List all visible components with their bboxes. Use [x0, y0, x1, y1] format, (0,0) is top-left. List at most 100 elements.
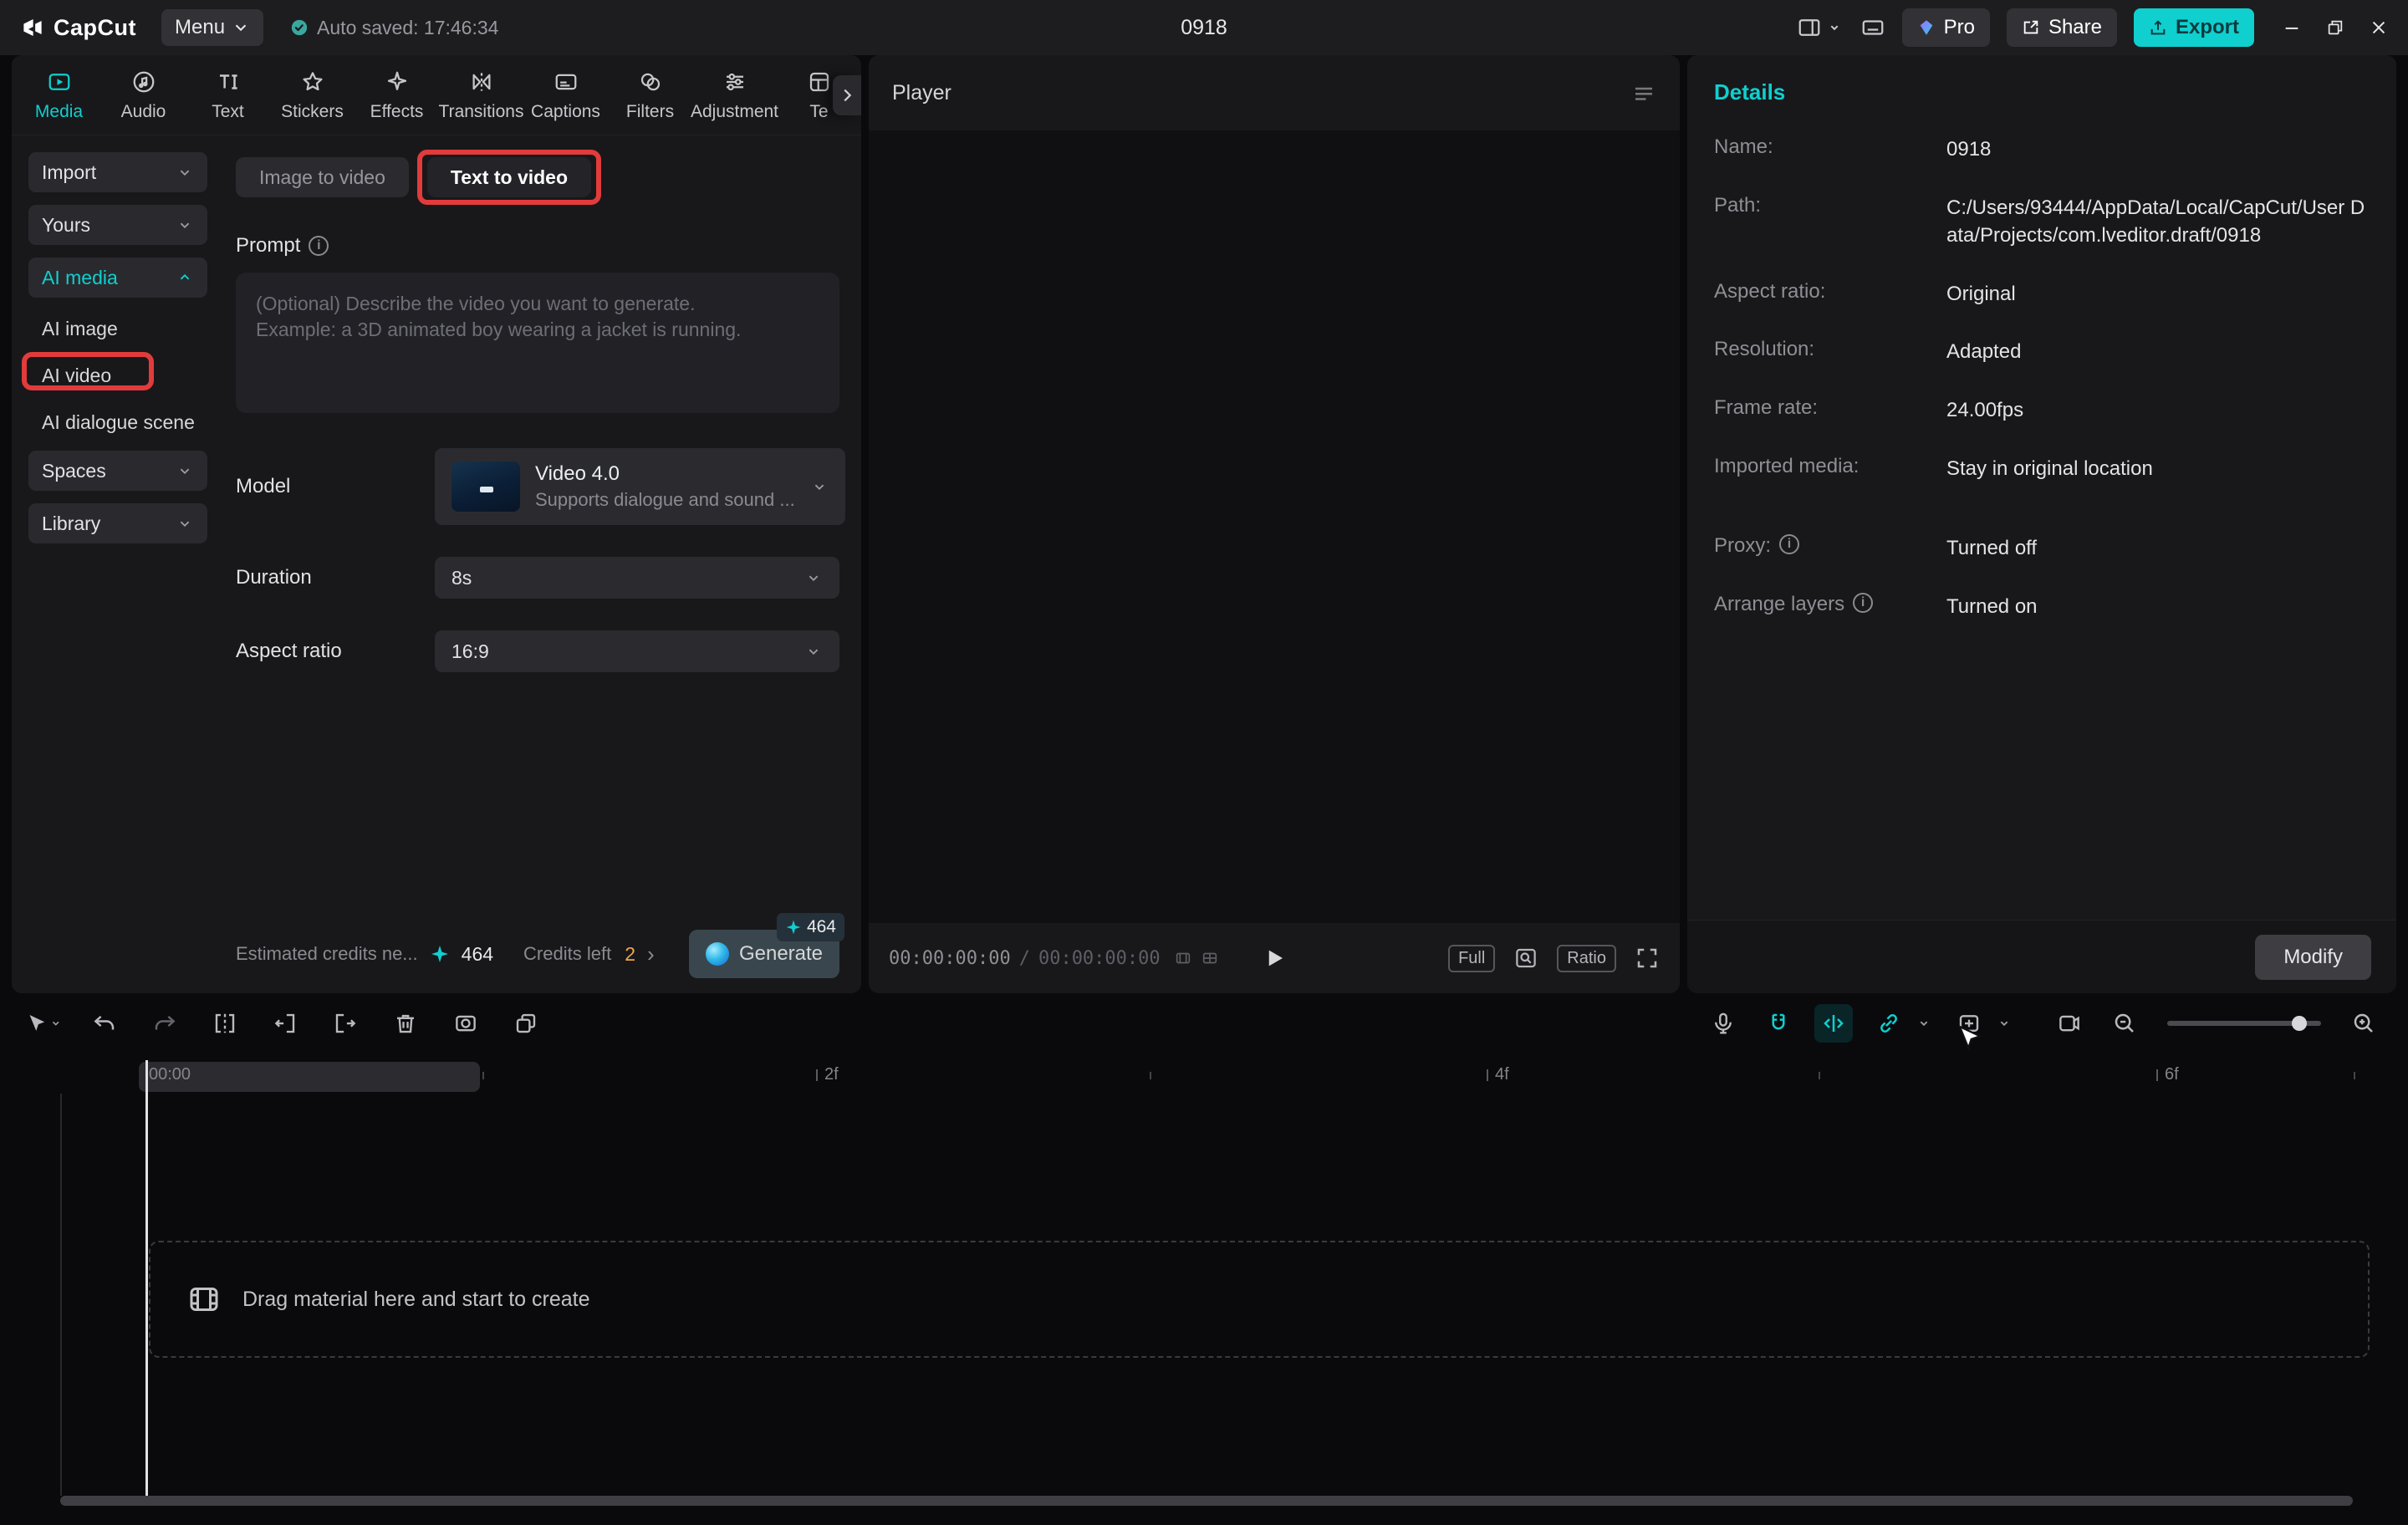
tab-label: Captions — [531, 102, 600, 122]
chevron-up-icon — [176, 268, 194, 287]
generate-cost-value: 464 — [807, 917, 836, 937]
timeline-horizontal-scrollbar[interactable] — [60, 1496, 2353, 1506]
sidebar-item-import[interactable]: Import — [28, 152, 207, 192]
split-button[interactable] — [206, 1004, 244, 1043]
magnetic-snap-icon[interactable] — [1759, 1004, 1798, 1043]
sidebar-item-ai-media[interactable]: AI media — [28, 258, 207, 298]
window-close-button[interactable] — [2370, 18, 2388, 37]
window-minimize-button[interactable] — [2283, 18, 2301, 37]
player-viewport[interactable] — [869, 130, 1680, 923]
player-menu-icon[interactable] — [1631, 80, 1656, 105]
chevron-right-icon[interactable]: › — [647, 943, 655, 965]
toggle-label: Text to video — [451, 166, 568, 189]
tab-text[interactable]: Text — [186, 68, 270, 122]
sidebar-item-ai-image[interactable]: AI image — [28, 310, 207, 347]
timeline-dropzone[interactable]: Drag material here and start to create — [149, 1241, 2370, 1358]
info-icon[interactable]: i — [1779, 534, 1799, 554]
detail-label: Aspect ratio: — [1714, 280, 1946, 309]
share-button[interactable]: Share — [2007, 8, 2117, 47]
ruler-mark-label: 00:00 — [149, 1065, 191, 1084]
image-to-video-toggle[interactable]: Image to video — [236, 157, 409, 197]
fullscreen-icon[interactable] — [1635, 946, 1660, 971]
sidebar-item-library[interactable]: Library — [28, 503, 207, 543]
menu-label: Menu — [175, 16, 225, 39]
layout-toggle-button[interactable] — [1797, 15, 1844, 40]
record-voiceover-icon[interactable] — [1704, 1004, 1742, 1043]
credits-left-value: 2 — [625, 943, 635, 966]
generate-button[interactable]: 464 Generate — [689, 930, 839, 978]
link-clips-icon[interactable] — [1870, 1004, 1908, 1043]
modify-button[interactable]: Modify — [2255, 935, 2371, 980]
model-dropdown[interactable]: Video 4.0 Supports dialogue and sound ..… — [435, 448, 845, 525]
detail-value: Original — [1946, 280, 2370, 309]
chevron-down-icon[interactable] — [1915, 1014, 1933, 1033]
mask-button[interactable] — [446, 1004, 485, 1043]
info-icon[interactable]: i — [1853, 593, 1873, 613]
delete-button[interactable] — [386, 1004, 425, 1043]
select-tool-button[interactable] — [25, 1004, 64, 1043]
timeline-ruler[interactable]: 00:00 2f 4f 6f — [0, 1060, 2408, 1094]
sidebar-item-ai-dialogue-scene[interactable]: AI dialogue scene — [28, 404, 207, 441]
zoom-slider-handle[interactable] — [2292, 1016, 2307, 1031]
play-button[interactable] — [1262, 946, 1287, 971]
project-title: 0918 — [1181, 16, 1227, 40]
window-restore-button[interactable] — [2326, 18, 2344, 37]
auto-snap-icon[interactable] — [1814, 1004, 1853, 1043]
chevron-down-icon[interactable] — [1995, 1014, 2013, 1033]
detail-row-frame-rate: Frame rate: 24.00fps — [1714, 396, 2370, 425]
tab-label: Effects — [370, 102, 424, 122]
ruler-mark-label: 2f — [824, 1065, 839, 1084]
detail-value: 24.00fps — [1946, 396, 2370, 425]
toggle-label: Image to video — [259, 166, 385, 189]
menu-button[interactable]: Menu — [161, 9, 263, 46]
sidebar-item-label: Spaces — [42, 460, 106, 482]
delete-left-button[interactable] — [266, 1004, 304, 1043]
tab-filters[interactable]: Filters — [608, 68, 692, 122]
frame-grid-icon[interactable] — [1201, 949, 1219, 967]
duration-value: 8s — [452, 567, 472, 589]
sidebar-item-ai-video[interactable]: AI video — [28, 357, 207, 394]
tab-label: Audio — [121, 102, 166, 122]
chevron-down-icon — [176, 163, 194, 181]
detail-row-proxy: Proxy: i Turned off — [1714, 534, 2370, 563]
capcut-logo-icon — [20, 15, 45, 40]
preview-zoom-icon[interactable] — [1513, 946, 1538, 971]
sidebar-item-spaces[interactable]: Spaces — [28, 451, 207, 491]
drop-media-icon — [187, 1283, 221, 1316]
tab-transitions[interactable]: Transitions — [439, 68, 523, 122]
sidebar-item-yours[interactable]: Yours — [28, 205, 207, 245]
tab-audio[interactable]: Audio — [101, 68, 186, 122]
extract-frame-button[interactable] — [507, 1004, 545, 1043]
detail-label: Name: — [1714, 135, 1946, 164]
redo-button[interactable] — [145, 1004, 184, 1043]
info-icon[interactable]: i — [309, 236, 329, 256]
timeline-zoom-slider[interactable] — [2167, 1021, 2321, 1026]
keyboard-shortcuts-button[interactable] — [1860, 15, 1885, 40]
full-preview-button[interactable]: Full — [1448, 945, 1495, 972]
tab-media[interactable]: Media — [17, 68, 101, 122]
prompt-input[interactable] — [236, 273, 839, 413]
tab-stickers[interactable]: Stickers — [270, 68, 355, 122]
aspect-ratio-dropdown[interactable]: 16:9 — [435, 630, 839, 672]
frame-view-icon[interactable] — [1174, 949, 1192, 967]
details-panel: Details Name: 0918 Path: C:/Users/93444/… — [1687, 55, 2396, 993]
media-sidebar: Import Yours AI media AI image — [12, 135, 221, 993]
tab-captions[interactable]: Captions — [523, 68, 608, 122]
undo-button[interactable] — [85, 1004, 124, 1043]
details-title: Details — [1687, 55, 2396, 129]
text-to-video-toggle[interactable]: Text to video — [427, 157, 591, 197]
pro-badge[interactable]: Pro — [1902, 8, 1990, 47]
tab-label: Adjustment — [691, 102, 778, 122]
playhead[interactable] — [145, 1060, 148, 1496]
delete-right-button[interactable] — [326, 1004, 365, 1043]
export-button[interactable]: Export — [2134, 8, 2254, 47]
zoom-in-icon[interactable] — [2344, 1004, 2383, 1043]
preview-quality-icon[interactable] — [2050, 1004, 2089, 1043]
tabs-scroll-right-button[interactable] — [833, 75, 861, 115]
zoom-out-icon[interactable] — [2105, 1004, 2144, 1043]
tab-effects[interactable]: Effects — [355, 68, 439, 122]
duration-dropdown[interactable]: 8s — [435, 557, 839, 599]
ratio-button[interactable]: Ratio — [1557, 945, 1616, 972]
tab-adjustment[interactable]: Adjustment — [692, 68, 777, 122]
detail-row-name: Name: 0918 — [1714, 135, 2370, 164]
